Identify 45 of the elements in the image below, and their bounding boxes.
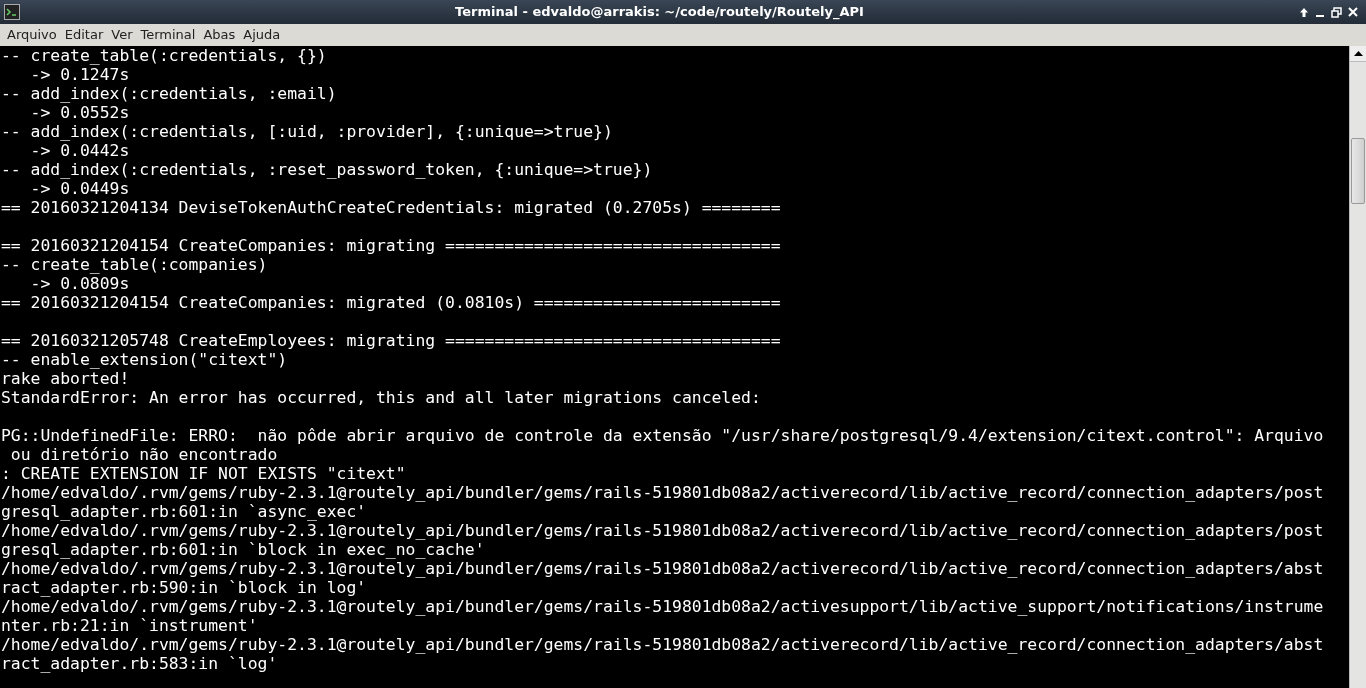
terminal-icon[interactable] <box>4 4 20 20</box>
terminal-line: == 20160321205748 CreateEmployees: migrating ================================== <box>1 331 781 350</box>
arrow-up-icon[interactable] <box>1299 6 1309 18</box>
terminal-line: /home/edvaldo/.rvm/gems/ruby-2.3.1@routely_api/bundler/gems/rails-519801db08a2/activerecord/lib/active_record/connection_adapters/post <box>1 521 1324 540</box>
scrollbar[interactable] <box>1349 46 1366 688</box>
close-icon[interactable] <box>1348 7 1358 17</box>
terminal-line: ract_adapter.rb:590:in `block in log' <box>1 578 367 597</box>
terminal-line: gresql_adapter.rb:601:in `async_exec' <box>1 502 367 521</box>
terminal-line: ract_adapter.rb:583:in `log' <box>1 654 278 673</box>
terminal-line: /home/edvaldo/.rvm/gems/ruby-2.3.1@routely_api/bundler/gems/rails-519801db08a2/activerecord/lib/active_record/connection_adapters/post <box>1 483 1324 502</box>
terminal-line: == 20160321204154 CreateCompanies: migrated (0.0810s) ========================= <box>1 293 781 312</box>
terminal-line: rake aborted! <box>1 369 130 388</box>
scroll-up-button[interactable] <box>1350 46 1366 62</box>
arrow-up-icon <box>1353 51 1363 56</box>
terminal-line: /home/edvaldo/.rvm/gems/ruby-2.3.1@routely_api/bundler/gems/rails-519801db08a2/activerecord/lib/active_record/connection_adapters/abst <box>1 635 1324 654</box>
terminal-line: -- enable_extension("citext") <box>1 350 288 369</box>
terminal-line: -> 0.0809s <box>29 274 130 293</box>
scrollbar-thumb[interactable] <box>1351 138 1365 204</box>
menu-item[interactable]: Ver <box>107 25 137 45</box>
menu-item[interactable]: Ajuda <box>239 25 285 45</box>
window-title: Terminal - edvaldo@arrakis: ~/code/routely/Routely_API <box>455 3 864 22</box>
terminal-line: -> 0.0442s <box>29 141 130 160</box>
terminal-line: ou diretório não encontrado <box>9 445 278 464</box>
terminal-line: PG::UndefinedFile: ERRO: não pôde abrir arquivo de controle da extensão "/usr/share/postgresql/9.4/extension/citext.control": Arquivo <box>1 426 1324 445</box>
terminal-line: == 20160321204154 CreateCompanies: migrating ================================== <box>1 236 781 255</box>
maximize-icon[interactable] <box>1331 6 1342 18</box>
menu-item[interactable]: Editar <box>60 25 108 45</box>
menu-item[interactable]: Abas <box>199 25 240 45</box>
terminal-line: -> 0.0552s <box>29 103 130 122</box>
terminal-line: StandardError: An error has occurred, this and all later migrations canceled: <box>1 388 761 407</box>
terminal-line: -- create_table(:companies) <box>1 255 268 274</box>
menu-item[interactable]: Terminal <box>136 25 200 45</box>
terminal-line: nter.rb:21:in `instrument' <box>1 616 258 635</box>
menu-item[interactable]: Arquivo <box>3 25 61 45</box>
terminal-line: -> 0.0449s <box>29 179 130 198</box>
terminal-line: -- create_table(:credentials, {}) <box>1 46 327 65</box>
terminal-line: -- add_index(:credentials, [:uid, :provider], {:unique=>true}) <box>1 122 613 141</box>
terminal-line: /home/edvaldo/.rvm/gems/ruby-2.3.1@routely_api/bundler/gems/rails-519801db08a2/activerecord/lib/active_record/connection_adapters/abst <box>1 559 1324 578</box>
terminal-line: -> 0.1247s <box>29 65 130 84</box>
terminal-line: -- add_index(:credentials, :reset_password_token, {:unique=>true}) <box>1 160 653 179</box>
terminal-line: : CREATE EXTENSION IF NOT EXISTS "citext" <box>1 464 406 483</box>
terminal-line: gresql_adapter.rb:601:in `block in exec_no_cache' <box>1 540 485 559</box>
terminal-line: == 20160321204134 DeviseTokenAuthCreateCredentials: migrated (0.2705s) ======== <box>1 198 781 217</box>
terminal-line: /home/edvaldo/.rvm/gems/ruby-2.3.1@routely_api/bundler/gems/rails-519801db08a2/activesupport/lib/active_support/notifications/instrume <box>1 597 1324 616</box>
terminal-line: -- add_index(:credentials, :email) <box>1 84 337 103</box>
